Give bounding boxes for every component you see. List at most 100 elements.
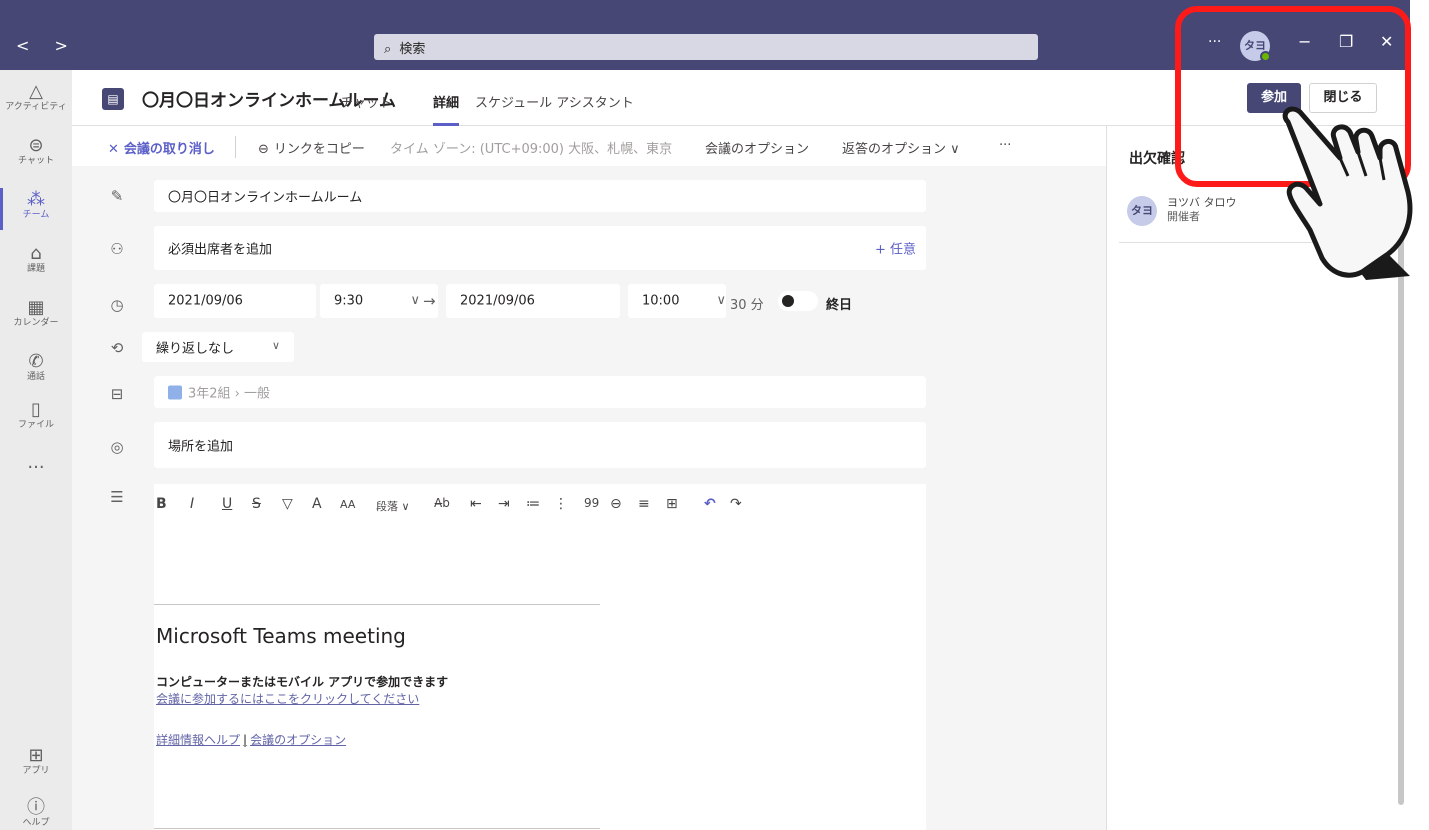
search-placeholder: 検索	[399, 42, 426, 57]
meeting-toolbar: ✕ 会議の取り消し ⊖ リンクをコピー タイム ゾーン: (UTC+09:00) 大…	[72, 126, 1106, 166]
numbered-list-button[interactable]: ⋮	[554, 496, 568, 512]
underline-button[interactable]: U	[222, 496, 232, 512]
channel-icon: ⊟	[110, 385, 124, 403]
join-subtitle: コンピューターまたはモバイル アプリで参加できます	[156, 675, 449, 689]
chevron-down-icon: ∨	[271, 339, 280, 352]
rail-item-assignments[interactable]: ⌂ 課題	[0, 244, 72, 275]
rail-item-teams[interactable]: ⁂ チーム	[0, 188, 72, 230]
timezone-label: タイム ゾーン: (UTC+09:00) 大阪、札幌、東京	[390, 142, 673, 157]
bullet-list-button[interactable]: ≔	[526, 496, 540, 512]
rail-item-chat[interactable]: ⊜ チャット	[0, 136, 72, 167]
start-time-value: 9:30	[334, 293, 364, 309]
tab-details[interactable]: 詳細	[433, 92, 459, 111]
maximize-button[interactable]: ❐	[1339, 32, 1353, 51]
end-date-field[interactable]: 2021/09/06	[446, 284, 620, 318]
end-time-select[interactable]: 10:00 ∨	[628, 284, 726, 318]
strikethrough-button[interactable]: S	[252, 496, 261, 512]
highlight-button[interactable]: ▽	[282, 496, 293, 512]
bold-button[interactable]: B	[156, 496, 167, 512]
meeting-description-editor[interactable]: B I U S ▽ A AA 段落 ∨ A̶b ⇤ ⇥ ≔ ⋮ 99 ⊖ ≡ ⊞…	[154, 484, 926, 830]
rail-item-apps[interactable]: ⊞ アプリ	[0, 746, 72, 777]
tab-chat[interactable]: チャット	[340, 92, 392, 111]
response-options-button[interactable]: 返答のオプション ∨	[842, 138, 960, 157]
rail-item-files[interactable]: ▯ ファイル	[0, 400, 72, 431]
font-size-button[interactable]: AA	[340, 498, 355, 511]
avatar-initials: タヨ	[1244, 39, 1266, 52]
learn-more-link[interactable]: 詳細情報ヘルプ	[156, 733, 240, 747]
rail-more-button[interactable]: ···	[0, 458, 72, 478]
team-icon	[168, 385, 182, 400]
italic-button[interactable]: I	[190, 496, 194, 512]
end-date-value: 2021/09/06	[460, 293, 535, 309]
chevron-down-icon: ∨	[950, 142, 960, 157]
rail-label: ファイル	[17, 420, 54, 430]
more-options-button[interactable]: ···	[1208, 34, 1221, 50]
horizontal-rule-button[interactable]: ≡	[638, 496, 650, 512]
meeting-header: ▤ 〇月〇日オンラインホームルーム チャット 詳細 スケジュール アシスタント …	[72, 70, 1410, 126]
rail-item-help[interactable]: ⓘ ヘルプ	[0, 798, 72, 829]
main-content: ▤ 〇月〇日オンラインホームルーム チャット 詳細 スケジュール アシスタント …	[72, 70, 1410, 830]
indent-button[interactable]: ⇥	[498, 496, 510, 512]
response-options-label: 返答のオプション	[842, 142, 947, 157]
presence-status-icon	[1260, 51, 1271, 62]
repeat-value: 繰り返しなし	[156, 341, 235, 357]
table-button[interactable]: ⊞	[666, 496, 678, 512]
tab-scheduling-assistant[interactable]: スケジュール アシスタント	[475, 92, 634, 111]
rail-label: チーム	[22, 210, 50, 220]
start-time-select[interactable]: 9:30 ∨	[320, 284, 438, 318]
undo-button[interactable]: ↶	[704, 496, 716, 512]
channel-field: 3年2組 › 一般	[154, 376, 926, 408]
divider-line	[154, 604, 600, 605]
toggle-knob	[782, 295, 794, 307]
insert-link-button[interactable]: ⊖	[610, 496, 622, 512]
profile-avatar[interactable]: タヨ	[1240, 31, 1271, 62]
redo-button[interactable]: ↷	[730, 496, 742, 512]
channel-name: 一般	[244, 386, 271, 402]
help-links: 詳細情報ヘルプ | 会議のオプション	[156, 731, 346, 748]
paragraph-select[interactable]: 段落 ∨	[376, 498, 410, 514]
repeat-select[interactable]: 繰り返しなし ∨	[142, 332, 294, 362]
pointing-hand-icon	[1282, 106, 1413, 280]
location-field[interactable]: 場所を追加	[154, 422, 926, 468]
rail-item-calls[interactable]: ✆ 通話	[0, 352, 72, 383]
help-icon: ⓘ	[27, 797, 45, 818]
join-meeting-link[interactable]: 会議に参加するにはここをクリックしてください	[156, 690, 419, 707]
close-window-button[interactable]: ✕	[1380, 32, 1393, 51]
quote-button[interactable]: 99	[584, 496, 599, 510]
pencil-icon: ✎	[110, 187, 124, 205]
meeting-options-button[interactable]: 会議のオプション	[705, 138, 809, 157]
start-date-field[interactable]: 2021/09/06	[154, 284, 316, 318]
title-field[interactable]: 〇月〇日オンラインホームルーム	[154, 180, 926, 212]
optional-attendees-button[interactable]: + 任意	[875, 239, 916, 258]
cancel-meeting-button[interactable]: ✕ 会議の取り消し	[108, 138, 215, 157]
attendees-field[interactable]: 必須出席者を追加 + 任意	[154, 226, 926, 270]
details-icon: ☰	[110, 488, 124, 506]
copy-link-button[interactable]: ⊖ リンクをコピー	[258, 138, 365, 157]
font-color-button[interactable]: A	[312, 496, 322, 512]
clear-format-button[interactable]: A̶b	[434, 496, 450, 510]
all-day-toggle[interactable]	[778, 291, 818, 311]
outdent-button[interactable]: ⇤	[470, 496, 482, 512]
repeat-icon: ⟲	[110, 339, 124, 357]
rail-item-calendar[interactable]: ▦ カレンダー	[0, 298, 72, 329]
rail-label: アクティビティ	[5, 102, 67, 112]
file-icon: ▯	[31, 399, 41, 420]
rail-label: 課題	[26, 264, 45, 274]
calendar-event-icon: ▤	[102, 88, 124, 110]
end-time-value: 10:00	[642, 293, 680, 309]
teams-meeting-heading: Microsoft Teams meeting	[156, 624, 406, 648]
organizer-role: 開催者	[1167, 210, 1200, 223]
rail-label: チャット	[18, 156, 54, 166]
title-bar: < > ⌕ 検索 ··· タヨ − ❐ ✕	[0, 0, 1410, 70]
clock-icon: ◷	[110, 296, 124, 314]
search-icon: ⌕	[384, 42, 392, 57]
search-input[interactable]: ⌕ 検索	[374, 34, 1038, 60]
history-nav-buttons[interactable]: < >	[16, 36, 78, 55]
meeting-options-link[interactable]: 会議のオプション	[250, 733, 346, 747]
toolbar-more-button[interactable]: ···	[999, 138, 1011, 153]
rail-item-activity[interactable]: △ アクティビティ	[0, 82, 72, 113]
copy-link-label: リンクをコピー	[273, 142, 365, 157]
minimize-button[interactable]: −	[1298, 32, 1311, 51]
location-placeholder: 場所を追加	[168, 439, 234, 455]
chevron-down-icon: ∨	[410, 293, 420, 308]
